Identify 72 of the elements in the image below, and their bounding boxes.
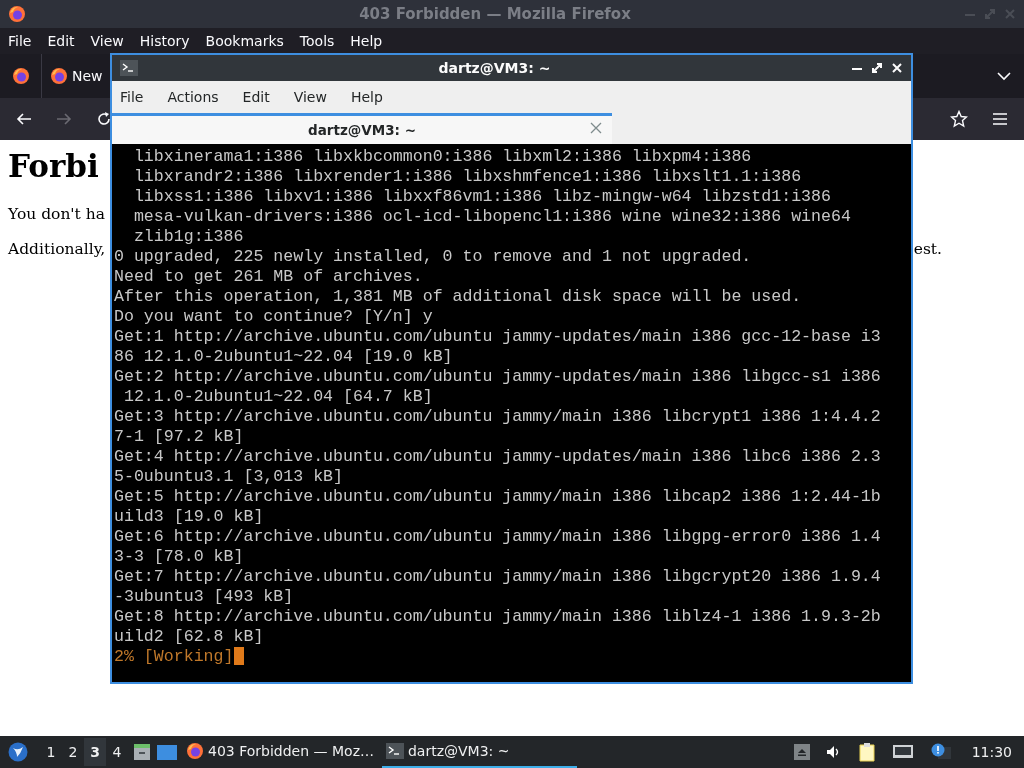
page-text: est. [913,239,942,261]
eject-icon[interactable] [793,744,810,760]
firefox-icon [186,742,204,760]
back-icon[interactable] [16,111,32,127]
terminal-line: Get:3 http://archive.ubuntu.com/ubuntu jammy/main i386 libcrypt1 i386 1:4.4.2 [114,407,882,427]
taskbar-button[interactable]: dartz@VM3: ~ [382,736,577,768]
workspace-button[interactable]: 4 [106,738,128,766]
terminal-line: 5-0ubuntu3.1 [3,013 kB] [114,467,345,487]
window-icon[interactable] [156,742,178,762]
page-text: You don't ha [8,204,105,226]
terminal-line: zlib1g:i386 [132,227,245,247]
taskbar-button[interactable]: 403 Forbidden — Moz… [182,736,378,768]
page-heading: Forbi [8,148,99,186]
terminal-line: 0 upgraded, 225 newly installed, 0 to remove and 1 not upgraded. [114,247,753,267]
terminal-line: Get:8 http://archive.ubuntu.com/ubuntu jammy/main i386 liblz4-1 i386 1.9.3-2b [114,607,882,627]
window-title: 403 Forbidden — Mozilla Firefox [358,3,632,25]
chevron-down-icon[interactable] [996,71,1012,81]
menu-icon[interactable] [992,112,1008,126]
file-cabinet-icon[interactable] [132,742,152,762]
menu-item[interactable]: File [4,30,36,52]
terminal-icon [386,743,404,759]
workspace-button[interactable]: 3 [84,738,106,766]
firefox-icon[interactable] [11,67,30,85]
menu-item[interactable]: View [86,30,128,52]
terminal-line: libxss1:i386 libxv1:i386 libxxf86vm1:i386 libz-mingw-w64 libzstd1:i386 [132,187,832,207]
text-cursor [233,647,244,665]
terminal-line: Get:5 http://archive.ubuntu.com/ubuntu jammy/main i386 libcap2 i386 1:2.44-1b [114,487,882,507]
menu-item[interactable]: History [135,30,194,52]
page-text: Additionally, [8,239,106,261]
terminal-line: 3-3 [78.0 kB] [114,547,245,567]
menu-item[interactable]: Tools [295,30,339,52]
firefox-icon [8,5,26,23]
terminal-line: After this operation, 1,381 MB of additional disk space will be used. [114,287,803,307]
clipboard-icon[interactable] [857,742,876,762]
menu-item[interactable]: File [120,86,144,108]
terminal-line: Get:2 http://archive.ubuntu.com/ubuntu jammy-updates/main i386 libgcc-s1 i386 [114,367,882,387]
terminal-line: Get:6 http://archive.ubuntu.com/ubuntu jammy/main i386 libgpg-error0 i386 1.4 [114,527,882,547]
network-icon[interactable] [891,743,914,761]
firefox-icon [50,67,68,85]
menu-item[interactable]: Edit [43,30,79,52]
menu-item[interactable]: Bookmarks [201,30,288,52]
terminal-line: mesa-vulkan-drivers:i386 ocl-icd-libopencl1:i386 wine wine32:i386 wine64 [132,207,852,227]
clock[interactable]: 11:30 [971,741,1012,763]
notification-icon[interactable] [929,743,952,761]
terminal-line: libxinerama1:i386 libxkbcommon0:i386 libxml2:i386 libxpm4:i386 [132,147,753,167]
terminal-line: -3ubuntu3 [493 kB] [114,587,295,607]
menu-item[interactable]: Help [350,86,383,108]
star-icon[interactable] [950,110,968,128]
terminal-line: 12.1.0-2ubuntu1~22.04 [64.7 kB] [122,387,434,407]
reload-icon[interactable] [96,111,112,127]
terminal-icon [120,60,138,76]
terminal-line: Get:1 http://archive.ubuntu.com/ubuntu jammy-updates/main i386 gcc-12-base i3 [114,327,882,347]
menu-item[interactable]: Actions [167,86,219,108]
terminal-line: 7-1 [97.2 kB] [114,427,245,447]
terminal-line: uild3 [19.0 kB] [114,507,265,527]
menu-item[interactable]: Help [346,30,387,52]
progress-status: 2% [Working] [114,647,234,667]
workspace-button[interactable]: 1 [40,738,62,766]
terminal-line: Get:7 http://archive.ubuntu.com/ubuntu jammy/main i386 libgcrypt20 i386 1.9.4 [114,567,882,587]
terminal-line: uild2 [62.8 kB] [114,627,265,647]
browser-tab[interactable]: New [42,54,103,98]
terminal-line: Need to get 261 MB of archives. [114,267,424,287]
window-title: dartz@VM3: ~ [437,58,552,78]
terminal-line: 86 12.1.0-2ubuntu1~22.04 [19.0 kB] [114,347,454,367]
menu-item[interactable]: View [293,86,327,108]
workspace-button[interactable]: 2 [62,738,84,766]
menu-item[interactable]: Edit [242,86,270,108]
start-menu-icon[interactable] [8,742,28,762]
terminal-tab[interactable]: dartz@VM3: ~ [112,113,612,144]
terminal-line: libxrandr2:i386 libxrender1:i386 libxshmfence1:i386 libxslt1.1:i386 [132,167,803,187]
terminal-line: Do you want to continue? [Y/n] y [114,307,434,327]
terminal-line: Get:4 http://archive.ubuntu.com/ubuntu jammy-updates/main i386 libc6 i386 2.3 [114,447,882,467]
